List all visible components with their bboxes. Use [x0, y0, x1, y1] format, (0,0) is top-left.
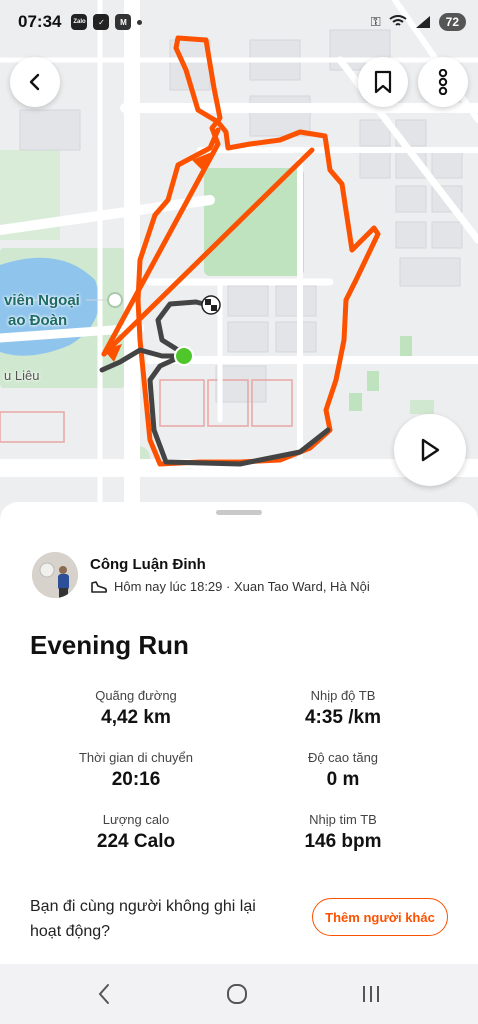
bookmark-button[interactable]: [358, 57, 408, 107]
nav-recents-button[interactable]: [351, 980, 391, 1008]
shield-check-icon: ✓: [93, 14, 110, 30]
athlete-name[interactable]: Công Luận Đinh: [90, 556, 370, 573]
stat-value: 0 m: [326, 769, 360, 790]
stat-label: Nhịp độ TB: [310, 688, 376, 703]
status-bar: 07:34 Zalo ✓ M ⚿ 72: [0, 0, 478, 44]
play-flyover-button[interactable]: [394, 414, 466, 486]
activity-meta: Hôm nay lúc 18:29 · Xuan Tao Ward, Hà Nộ…: [90, 579, 370, 594]
stat-label: Thời gian di chuyển: [78, 750, 194, 765]
stat-label: Quãng đường: [95, 688, 177, 703]
zalo-icon: Zalo: [71, 14, 88, 30]
recents-icon: [363, 986, 379, 1002]
notification-icons: Zalo ✓ M: [71, 14, 143, 30]
back-arrow-icon: [98, 984, 109, 1004]
activity-date-location: Hôm nay lúc 18:29 · Xuan Tao Ward, Hà Nộ…: [114, 579, 370, 594]
map-label-park-line1: viên Ngoại: [4, 292, 80, 309]
avatar[interactable]: [32, 552, 78, 598]
avatar-image: [32, 552, 78, 598]
stat-heart-rate: Nhịp tim TB 146 bpm: [243, 812, 443, 853]
stat-calories: Lượng calo 224 Calo: [36, 812, 236, 853]
start-marker: [174, 346, 194, 366]
stat-label: Nhịp tim TB: [309, 812, 377, 827]
more-notifications-icon: [137, 19, 143, 25]
stat-value: 4:35 /km: [304, 707, 382, 728]
wifi-icon: [389, 15, 407, 26]
home-icon: [227, 984, 247, 1004]
status-time: 07:34: [18, 12, 62, 31]
stat-value: 146 bpm: [304, 831, 382, 852]
more-vertical-icon: [438, 69, 448, 95]
stat-value: 20:16: [111, 769, 161, 790]
stat-label: Độ cao tăng: [307, 750, 379, 765]
key-icon: ⚿: [370, 14, 381, 29]
bookmark-icon: [374, 70, 392, 94]
stat-value: 4,42 km: [101, 707, 171, 728]
nav-back-button[interactable]: [84, 980, 124, 1008]
stat-value: 224 Calo: [96, 831, 176, 852]
run-route-path: [101, 35, 381, 467]
add-others-button[interactable]: Thêm người khác: [312, 898, 448, 936]
stat-pace: Nhịp độ TB 4:35 /km: [243, 688, 443, 729]
map-label-park-line2: ao Đoàn: [8, 312, 68, 329]
play-icon: [421, 438, 440, 462]
group-activity-prompt: Bạn đi cùng người không ghi lại hoạt độn…: [30, 898, 256, 940]
map-label-street: u Liêu: [4, 368, 40, 383]
system-nav-bar: [0, 964, 478, 1024]
signal-icon: [415, 16, 430, 28]
stat-moving-time: Thời gian di chuyển 20:16: [36, 750, 236, 791]
stat-label: Lượng calo: [102, 812, 170, 827]
back-button[interactable]: [10, 57, 60, 107]
stat-elevation-gain: Độ cao tăng 0 m: [243, 750, 443, 791]
nav-home-button[interactable]: [217, 980, 257, 1008]
athlete-header[interactable]: Công Luận Đinh Hôm nay lúc 18:29 · Xuan …: [32, 552, 370, 598]
gmail-icon: M: [115, 14, 132, 30]
sheet-drag-handle[interactable]: [216, 510, 262, 515]
stat-distance: Quãng đường 4,42 km: [36, 688, 236, 729]
activity-title: Evening Run: [30, 630, 189, 660]
activity-sheet: Công Luận Đinh Hôm nay lúc 18:29 · Xuan …: [0, 502, 478, 964]
route-gray-path: [99, 299, 331, 467]
chevron-left-icon: [29, 73, 40, 91]
shoe-icon: [91, 580, 108, 593]
battery-indicator: 72: [438, 13, 466, 31]
more-options-button[interactable]: [418, 57, 468, 107]
finish-marker: [201, 295, 221, 315]
status-right: ⚿ 72: [371, 13, 466, 31]
run-route-straight: [101, 147, 315, 357]
